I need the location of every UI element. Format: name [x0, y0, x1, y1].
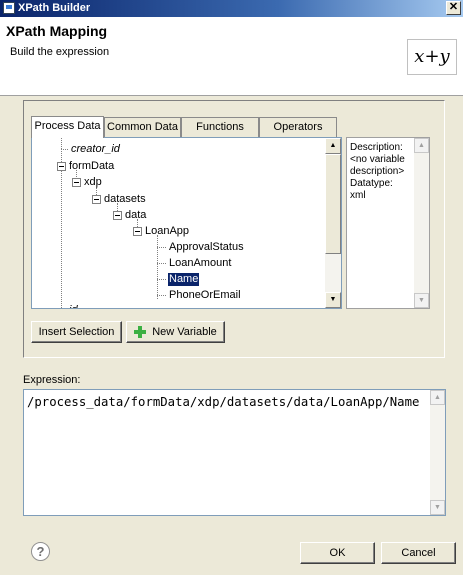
tree-node-id[interactable]: id [69, 304, 78, 308]
scroll-thumb[interactable] [325, 154, 341, 254]
expression-scrollbar: ▲ ▼ [430, 390, 445, 515]
expression-text[interactable]: /process_data/formData/xdp/datasets/data… [27, 394, 422, 411]
scroll-up-icon: ▲ [414, 138, 429, 153]
tree-node-datasets[interactable]: datasets [104, 193, 146, 206]
ok-button[interactable]: OK [300, 542, 375, 564]
collapse-icon[interactable] [72, 178, 81, 187]
collapse-icon[interactable] [133, 227, 142, 236]
collapse-icon[interactable] [92, 195, 101, 204]
tab-functions[interactable]: Functions [181, 117, 259, 137]
help-icon[interactable]: ? [31, 542, 50, 561]
tree-node-name[interactable]: Name [168, 273, 200, 286]
dialog-header: XPath Mapping Build the expression x+y [0, 17, 463, 96]
tree-node-data[interactable]: data [125, 209, 146, 222]
tree-node-xdp[interactable]: xdp [84, 176, 102, 189]
description-panel: Description: <no variable description> D… [346, 137, 430, 309]
tree-node-approvalstatus[interactable]: ApprovalStatus [169, 241, 244, 254]
description-value-1: <no variable [350, 154, 405, 165]
variable-tree[interactable]: creator_id formData xdp datasets data Lo… [31, 137, 342, 309]
scroll-down-icon: ▼ [430, 500, 445, 515]
app-icon [3, 2, 15, 14]
scroll-down-icon[interactable]: ▼ [325, 292, 341, 308]
tree-node-creator-id[interactable]: creator_id [71, 143, 120, 156]
collapse-icon[interactable] [57, 162, 66, 171]
description-text: Description: <no variable description> D… [350, 142, 412, 202]
formula-icon: x+y [407, 39, 457, 75]
tree-node-loanapp[interactable]: LoanApp [145, 225, 189, 238]
tree-scrollbar[interactable]: ▲ ▼ [325, 138, 341, 308]
tree-node-loanamount[interactable]: LoanAmount [169, 257, 231, 270]
window-title: XPath Builder [18, 2, 91, 14]
tree-node-phoneoremail[interactable]: PhoneOrEmail [169, 289, 241, 302]
scroll-up-icon: ▲ [430, 390, 445, 405]
datatype-value: xml [350, 190, 366, 201]
new-variable-button[interactable]: New Variable [126, 321, 225, 343]
page-title: XPath Mapping [6, 23, 108, 39]
expression-label: Expression: [23, 374, 81, 386]
new-variable-label: New Variable [152, 326, 217, 338]
description-scrollbar: ▲ ▼ [414, 138, 429, 308]
data-panel: Process Data Common Data Functions Opera… [23, 100, 445, 358]
description-label: Description: [350, 142, 403, 153]
insert-selection-button[interactable]: Insert Selection [31, 321, 122, 343]
tab-operators[interactable]: Operators [259, 117, 337, 137]
cancel-button[interactable]: Cancel [381, 542, 456, 564]
tab-process-data[interactable]: Process Data [31, 116, 104, 138]
scroll-up-icon[interactable]: ▲ [325, 138, 341, 154]
page-subtitle: Build the expression [10, 46, 110, 58]
expression-field[interactable]: /process_data/formData/xdp/datasets/data… [23, 389, 446, 516]
tree-node-formdata[interactable]: formData [69, 160, 114, 173]
plus-icon [134, 326, 146, 338]
datatype-label: Datatype: [350, 178, 393, 189]
collapse-icon[interactable] [113, 211, 122, 220]
scroll-down-icon: ▼ [414, 293, 429, 308]
description-value-2: description> [350, 166, 405, 177]
tab-common-data[interactable]: Common Data [104, 117, 181, 137]
close-icon[interactable]: ✕ [446, 1, 461, 15]
title-bar: XPath Builder ✕ [0, 0, 463, 17]
